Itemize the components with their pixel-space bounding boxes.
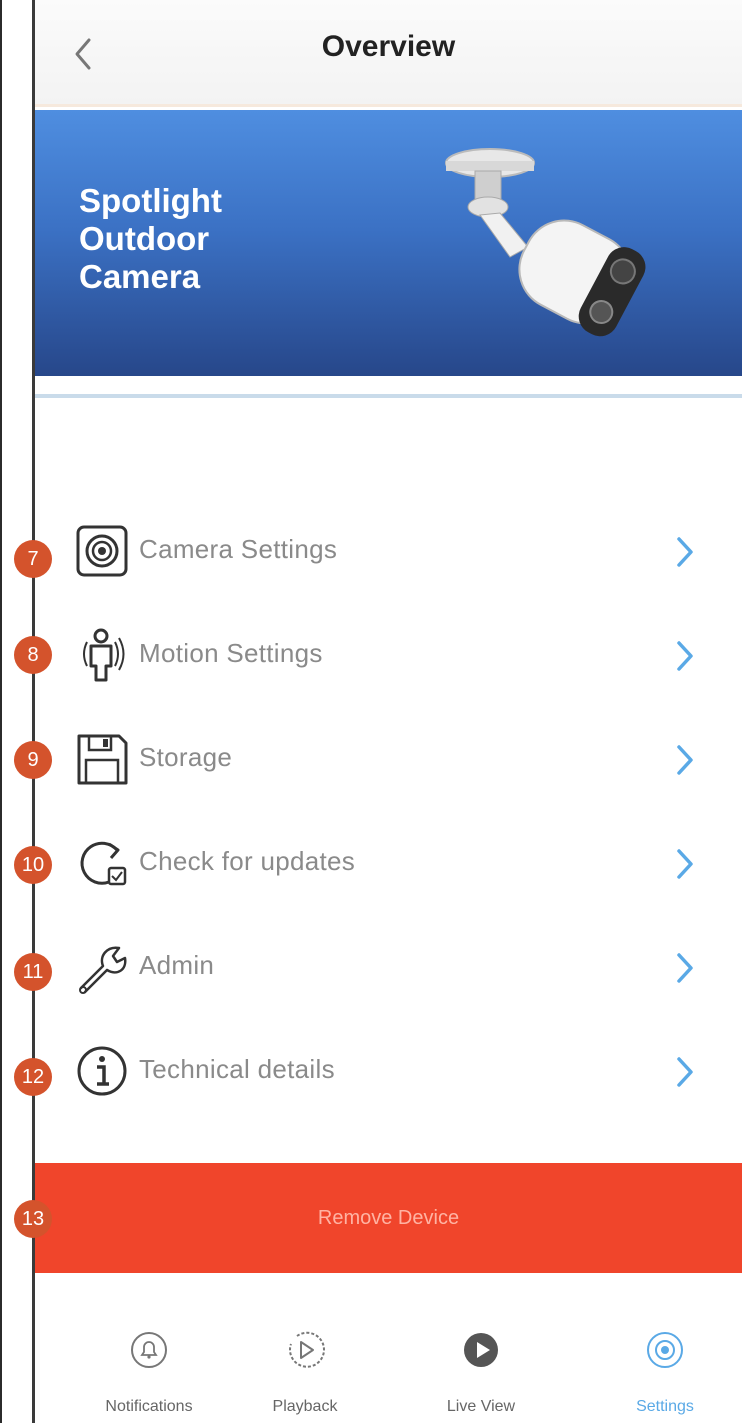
device-banner: Spotlight Outdoor Camera bbox=[35, 110, 742, 376]
page-title: Overview bbox=[321, 30, 456, 63]
menu-item-label: Storage bbox=[139, 742, 233, 772]
banner-divider bbox=[35, 394, 742, 398]
frame-left-edge bbox=[0, 0, 2, 1423]
wrench-icon bbox=[79, 946, 127, 994]
chevron-right-icon bbox=[677, 1057, 693, 1087]
update-refresh-icon bbox=[80, 841, 127, 886]
callout-badge: 13 bbox=[14, 1200, 52, 1238]
remove-device-button[interactable]: Remove Device bbox=[35, 1163, 742, 1273]
settings-icon bbox=[647, 1332, 683, 1368]
playback-icon bbox=[289, 1331, 325, 1368]
menu-item-label: Camera Settings bbox=[139, 534, 338, 564]
menu-item-camera-settings[interactable]: Camera Settings bbox=[35, 516, 742, 586]
device-name-line-2: Outdoor bbox=[79, 220, 210, 257]
tab-notifications[interactable]: Notifications bbox=[89, 1320, 209, 1423]
tab-playback[interactable]: Playback bbox=[245, 1320, 365, 1423]
device-name: Spotlight Outdoor Camera bbox=[79, 182, 379, 296]
motion-person-icon bbox=[83, 628, 125, 682]
camera-product-image bbox=[445, 148, 646, 337]
menu-item-check-for-updates[interactable]: Check for updates bbox=[35, 828, 742, 898]
tab-label: Notifications bbox=[105, 1398, 193, 1415]
device-name-line-1: Spotlight bbox=[79, 182, 222, 219]
chevron-right-icon bbox=[677, 745, 693, 775]
menu-item-label: Motion Settings bbox=[139, 638, 323, 668]
bell-icon bbox=[131, 1332, 167, 1368]
menu-item-storage[interactable]: Storage bbox=[35, 724, 742, 794]
callout-badge: 9 bbox=[14, 741, 52, 779]
callout-badge: 8 bbox=[14, 636, 52, 674]
camera-settings-icon bbox=[76, 525, 128, 577]
tab-live-view[interactable]: Live View bbox=[421, 1320, 541, 1423]
menu-item-label: Check for updates bbox=[139, 846, 356, 876]
callout-badge: 12 bbox=[14, 1058, 52, 1096]
callout-badge: 10 bbox=[14, 846, 52, 884]
live-view-play-icon bbox=[464, 1333, 498, 1367]
callout-badge: 7 bbox=[14, 540, 52, 578]
callout-badge: 11 bbox=[14, 953, 52, 991]
tab-label: Settings bbox=[636, 1398, 694, 1415]
tab-label: Live View bbox=[446, 1398, 516, 1415]
chevron-right-icon bbox=[677, 641, 693, 671]
bottom-tab-bar: Notifications Playback Live View Setting… bbox=[35, 1320, 742, 1423]
tab-label: Playback bbox=[272, 1398, 338, 1415]
chevron-right-icon bbox=[677, 849, 693, 879]
menu-item-admin[interactable]: Admin bbox=[35, 932, 742, 1002]
menu-item-motion-settings[interactable]: Motion Settings bbox=[35, 620, 742, 690]
remove-device-label: Remove Device bbox=[317, 1206, 460, 1229]
tab-settings[interactable]: Settings bbox=[605, 1320, 725, 1423]
info-icon bbox=[77, 1046, 127, 1096]
menu-item-label: Admin bbox=[139, 950, 215, 980]
menu-item-technical-details[interactable]: Technical details bbox=[35, 1036, 742, 1106]
chevron-right-icon bbox=[677, 953, 693, 983]
header-bar: Overview bbox=[35, 0, 742, 107]
floppy-disk-icon bbox=[77, 734, 128, 785]
chevron-right-icon bbox=[677, 537, 693, 567]
device-name-line-3: Camera bbox=[79, 258, 201, 295]
menu-item-label: Technical details bbox=[139, 1054, 335, 1084]
